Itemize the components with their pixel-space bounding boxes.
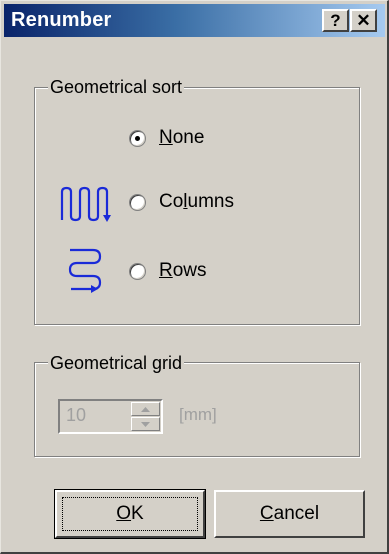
geometrical-grid-legend: Geometrical grid	[48, 353, 185, 374]
radio-rows-button[interactable]	[129, 262, 146, 280]
radio-rows-label: Rows	[159, 260, 207, 281]
close-button[interactable]: ✕	[350, 9, 377, 32]
arrow-down-icon	[141, 422, 150, 427]
geometrical-sort-legend: Geometrical sort	[48, 77, 185, 98]
spinner-up-button[interactable]	[131, 402, 160, 416]
radio-columns-label: Columns	[159, 191, 234, 212]
rows-serpentine-icon	[68, 248, 102, 293]
radio-none-label: None	[159, 127, 205, 148]
radio-rows[interactable]: Rows	[129, 258, 207, 284]
radio-none-button[interactable]	[129, 129, 146, 147]
ok-button[interactable]: OK	[54, 489, 206, 539]
focus-rectangle	[62, 497, 198, 531]
grid-size-spinner[interactable]: 10	[58, 399, 163, 434]
radio-none[interactable]: None	[129, 125, 204, 151]
title-bar[interactable]: Renumber ? ✕	[4, 4, 385, 37]
help-button[interactable]: ?	[322, 9, 349, 32]
radio-selected-dot	[135, 135, 140, 141]
radio-columns[interactable]: Columns	[129, 189, 234, 215]
cancel-button[interactable]: Cancel	[214, 490, 365, 538]
renumber-dialog: Renumber ? ✕ Geometrical sort None Colum…	[0, 0, 389, 554]
grid-unit-label: [mm]	[179, 405, 217, 424]
grid-size-value[interactable]: 10	[66, 405, 86, 426]
spinner-buttons	[131, 402, 160, 431]
spinner-down-button[interactable]	[131, 417, 160, 431]
columns-serpentine-icon	[60, 186, 111, 222]
arrow-up-icon	[141, 407, 150, 412]
radio-columns-button[interactable]	[129, 193, 146, 211]
window-title: Renumber	[11, 9, 112, 31]
